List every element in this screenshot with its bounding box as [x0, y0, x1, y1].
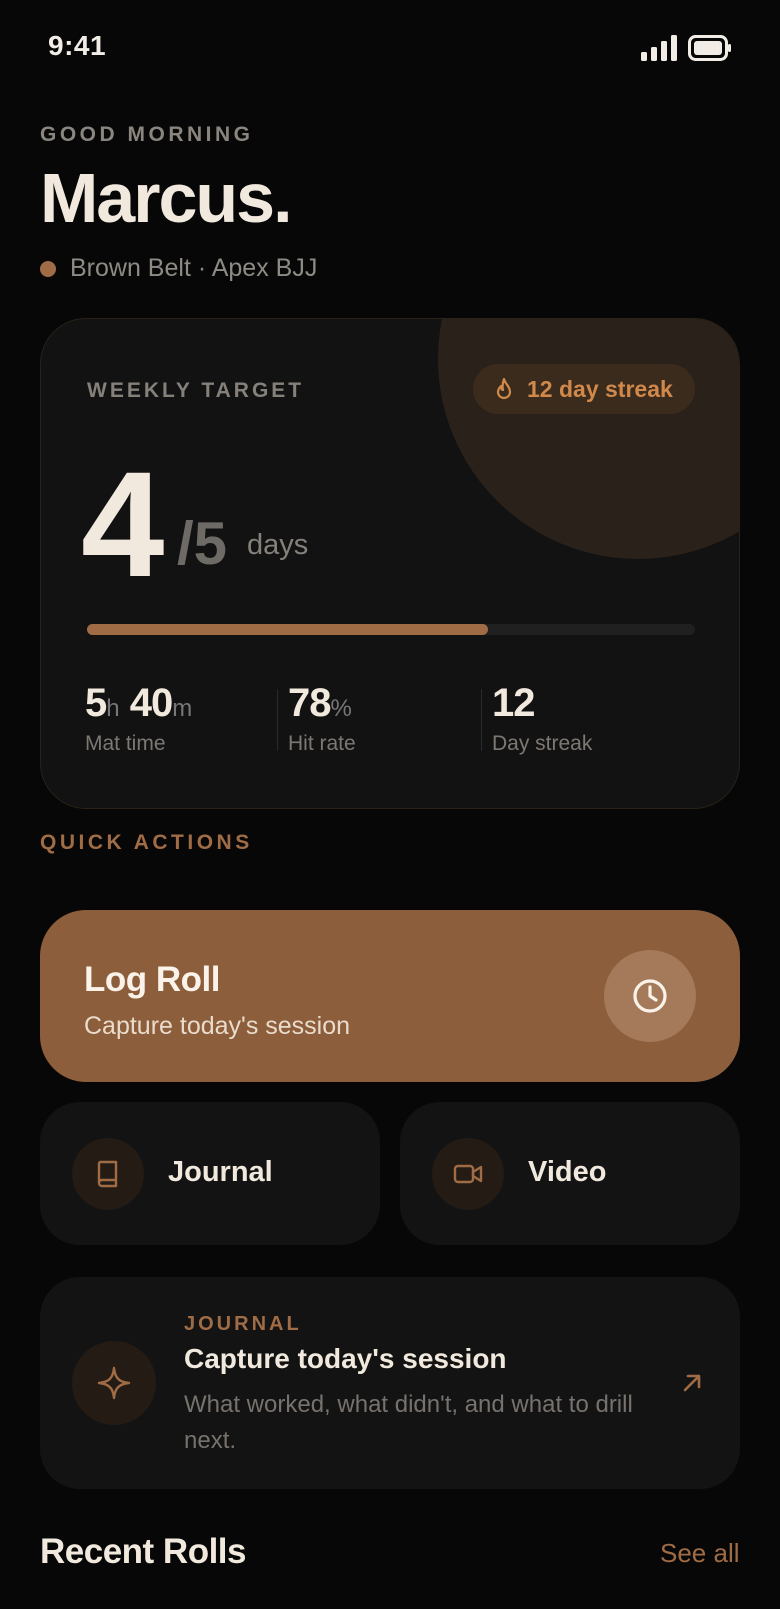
signal-icon	[641, 35, 677, 61]
stat-divider	[481, 689, 482, 751]
recent-rolls-title: Recent Rolls	[40, 1532, 247, 1571]
day-streak-label: Day streak	[492, 732, 593, 755]
days-unit: days	[247, 529, 309, 561]
journal-label: Journal	[168, 1156, 273, 1188]
stat-day-streak: 12 Day streak	[492, 681, 592, 756]
weekly-progress-fill	[87, 624, 489, 635]
quick-actions-label: QUICK ACTIONS	[40, 831, 253, 854]
journal-prompt-card[interactable]: JOURNAL Capture today's session What wor…	[40, 1277, 740, 1489]
belt-row: Brown Belt · Apex BJJ	[40, 254, 317, 283]
book-icon	[97, 1160, 118, 1188]
streak-badge: 12 day streak	[473, 364, 695, 414]
hit-rate-label: Hit rate	[288, 732, 356, 755]
sparkle-icon	[97, 1366, 131, 1400]
journal-icon-wrap	[72, 1138, 144, 1210]
stat-hit-rate: 78% Hit rate	[288, 681, 356, 756]
decorative-circle	[438, 319, 739, 559]
day-streak-value: 12	[492, 681, 536, 725]
status-time: 9:41	[48, 30, 107, 61]
mat-time-label: Mat time	[85, 732, 166, 755]
weekly-progress-bar	[87, 624, 695, 635]
days-done: 4	[81, 440, 164, 608]
video-icon-wrap	[432, 1138, 504, 1210]
stat-mat-time: 5h 40m Mat time	[85, 681, 192, 756]
clock-button[interactable]	[604, 950, 696, 1042]
mat-time-value: 5h 40m	[85, 681, 193, 725]
journal-eyebrow: JOURNAL	[184, 1313, 302, 1335]
log-roll-title: Log Roll	[84, 960, 220, 999]
journal-prompt-title: Capture today's session	[184, 1343, 507, 1374]
status-bar: 9:41	[0, 0, 780, 96]
battery-icon	[688, 35, 731, 61]
log-roll-subtitle: Capture today's session	[84, 1012, 351, 1040]
belt-dot	[40, 260, 56, 277]
user-name: Marcus.	[40, 159, 293, 237]
weekly-target-card[interactable]: WEEKLY TARGET 12 day streak 4 /5 days 5h…	[40, 318, 740, 809]
arrow-up-right-icon[interactable]	[680, 1371, 704, 1395]
weekly-target-label: WEEKLY TARGET	[87, 379, 305, 402]
log-roll-button[interactable]: Log Roll Capture today's session	[40, 910, 740, 1082]
clock-icon	[633, 979, 667, 1013]
stat-divider	[277, 689, 278, 751]
streak-badge-label: 12 day streak	[527, 375, 673, 402]
sparkle-icon-wrap	[72, 1341, 156, 1425]
journal-button[interactable]: Journal	[40, 1102, 380, 1245]
hit-rate-value: 78%	[288, 681, 352, 725]
video-label: Video	[528, 1156, 607, 1188]
belt-info: Brown Belt · Apex BJJ	[70, 254, 318, 282]
journal-prompt-description: What worked, what didn't, and what to dr…	[184, 1391, 633, 1454]
flame-icon	[496, 377, 512, 400]
video-icon	[453, 1164, 483, 1184]
greeting: GOOD MORNING	[40, 123, 254, 146]
video-button[interactable]: Video	[400, 1102, 740, 1245]
days-total: /5	[177, 510, 228, 577]
see-all-link[interactable]: See all	[660, 1538, 740, 1569]
